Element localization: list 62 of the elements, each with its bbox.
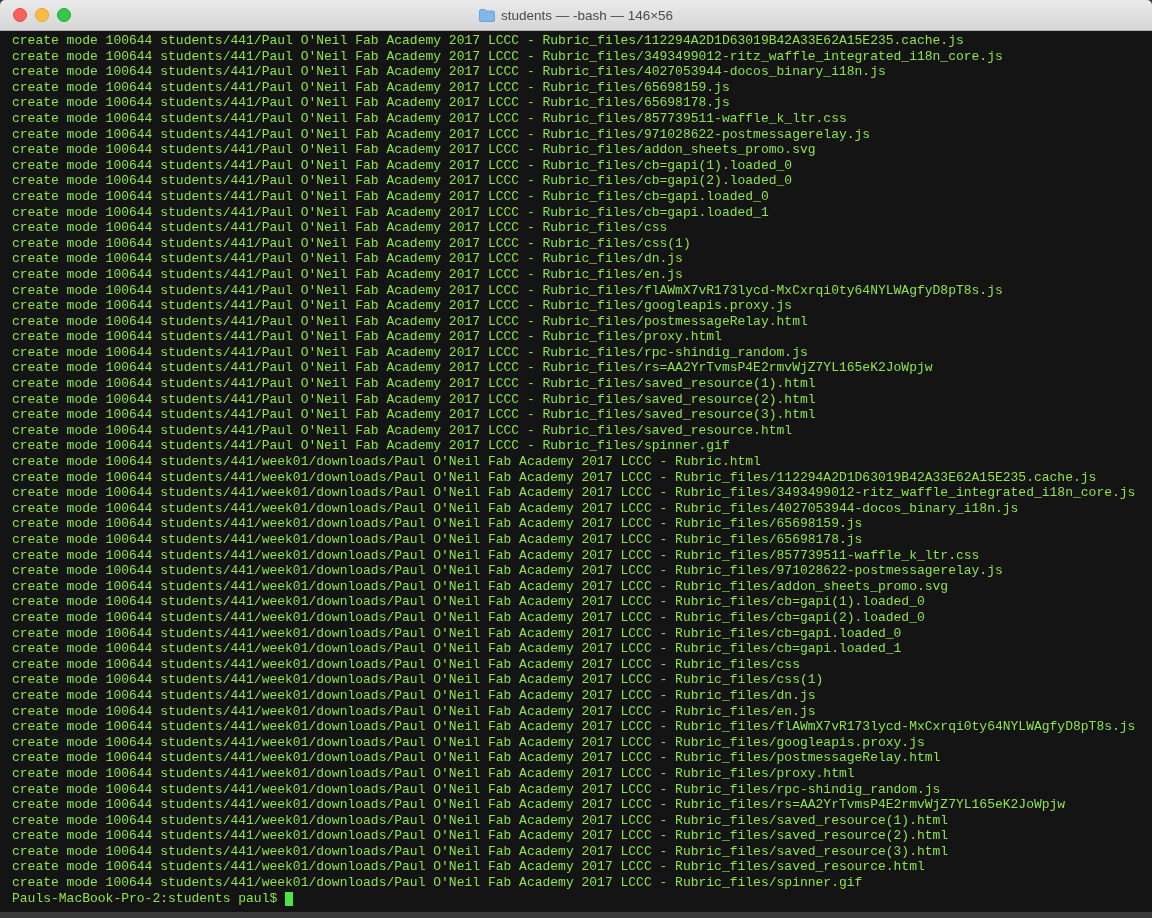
terminal-line: create mode 100644 students/441/Paul O'Neil Fab Academy 2017 LCCC - Rubric_files/css(1)	[12, 235, 691, 251]
terminal-line: create mode 100644 students/441/Paul O'Neil Fab Academy 2017 LCCC - Rubric_files/cb=gapi(1).loaded_0	[12, 157, 793, 173]
folder-icon	[478, 8, 495, 22]
terminal-line: create mode 100644 students/441/Paul O'Neil Fab Academy 2017 LCCC - Rubric_files/65698159.js	[12, 79, 730, 95]
terminal-line: create mode 100644 students/441/week01/downloads/Paul O'Neil Fab Academy 2017 LCCC - Rubric_files/65698159.js	[12, 516, 863, 532]
terminal-line: create mode 100644 students/441/week01/downloads/Paul O'Neil Fab Academy 2017 LCCC - Rubric_files/112294A2D1D63019B42A33E62A15E235.cache.js	[12, 469, 1097, 485]
terminal-line: create mode 100644 students/441/week01/downloads/Paul O'Neil Fab Academy 2017 LCCC - Rubric.html	[12, 454, 761, 470]
terminal-line: create mode 100644 students/441/week01/downloads/Paul O'Neil Fab Academy 2017 LCCC - Rubric_files/cb=gapi.loaded_1	[12, 641, 902, 657]
terminal-line: create mode 100644 students/441/week01/downloads/Paul O'Neil Fab Academy 2017 LCCC - Rubric_files/857739511-waffle_k_ltr.css	[12, 547, 980, 563]
terminal-line: create mode 100644 students/441/Paul O'Neil Fab Academy 2017 LCCC - Rubric_files/rs=AA2YrTvmsP4E2rmvWjZ7YL165eK2JoWpjw	[12, 360, 933, 376]
terminal-line: create mode 100644 students/441/Paul O'Neil Fab Academy 2017 LCCC - Rubric_files/971028622-postmessagerelay.js	[12, 126, 871, 142]
terminal-line: create mode 100644 students/441/week01/downloads/Paul O'Neil Fab Academy 2017 LCCC - Rubric_files/en.js	[12, 703, 816, 719]
terminal-line: create mode 100644 students/441/Paul O'Neil Fab Academy 2017 LCCC - Rubric_files/3493499012-ritz_waffle_integrated_i18n_core.js	[12, 48, 1003, 64]
close-button[interactable]	[13, 8, 27, 22]
terminal-line: create mode 100644 students/441/Paul O'Neil Fab Academy 2017 LCCC - Rubric_files/dn.js	[12, 251, 683, 267]
terminal-line: create mode 100644 students/441/week01/downloads/Paul O'Neil Fab Academy 2017 LCCC - Rubric_files/saved_resource(1).html	[12, 812, 949, 828]
terminal-line: create mode 100644 students/441/week01/downloads/Paul O'Neil Fab Academy 2017 LCCC - Rubric_files/saved_resource(3).html	[12, 843, 949, 859]
terminal-line: create mode 100644 students/441/week01/downloads/Paul O'Neil Fab Academy 2017 LCCC - Rubric_files/spinner.gif	[12, 875, 863, 891]
terminal-line: create mode 100644 students/441/Paul O'Neil Fab Academy 2017 LCCC - Rubric_files/css	[12, 220, 668, 236]
terminal-line: create mode 100644 students/441/Paul O'Neil Fab Academy 2017 LCCC - Rubric_files/postmessageRelay.html	[12, 313, 808, 329]
terminal-line: create mode 100644 students/441/week01/downloads/Paul O'Neil Fab Academy 2017 LCCC - Rubric_files/flAWmX7vR173lycd-MxCxrqi0ty64NYLWAgfyD8pT8s.js	[12, 719, 1136, 735]
terminal-line: create mode 100644 students/441/week01/downloads/Paul O'Neil Fab Academy 2017 LCCC - Rubric_files/65698178.js	[12, 532, 863, 547]
terminal-line: create mode 100644 students/441/week01/downloads/Paul O'Neil Fab Academy 2017 LCCC - Rubric_files/dn.js	[12, 687, 816, 703]
terminal-line: create mode 100644 students/441/week01/downloads/Paul O'Neil Fab Academy 2017 LCCC - Rubric_files/saved_resource(2).html	[12, 828, 949, 844]
terminal-line: create mode 100644 students/441/Paul O'Neil Fab Academy 2017 LCCC - Rubric_files/cb=gapi.loaded_0	[12, 188, 769, 204]
terminal-line: create mode 100644 students/441/Paul O'Neil Fab Academy 2017 LCCC - Rubric_files/googleapis.proxy.js	[12, 298, 793, 314]
terminal-line: create mode 100644 students/441/week01/downloads/Paul O'Neil Fab Academy 2017 LCCC - Rubric_files/proxy.html	[12, 765, 855, 781]
terminal-line: create mode 100644 students/441/week01/downloads/Paul O'Neil Fab Academy 2017 LCCC - Rubric_files/cb=gapi(2).loaded_0	[12, 609, 925, 625]
terminal-line: create mode 100644 students/441/Paul O'Neil Fab Academy 2017 LCCC - Rubric_files/4027053944-docos_binary_i18n.js	[12, 64, 886, 80]
terminal-line: create mode 100644 students/441/week01/downloads/Paul O'Neil Fab Academy 2017 LCCC - Rubric_files/3493499012-ritz_waffle_integrated_i18n_core.js	[12, 485, 1136, 501]
terminal-line: create mode 100644 students/441/Paul O'Neil Fab Academy 2017 LCCC - Rubric_files/cb=gapi.loaded_1	[12, 204, 769, 220]
terminal-line: create mode 100644 students/441/week01/downloads/Paul O'Neil Fab Academy 2017 LCCC - Rubric_files/4027053944-docos_binary_i18n.js	[12, 500, 1019, 516]
terminal-line: create mode 100644 students/441/week01/downloads/Paul O'Neil Fab Academy 2017 LCCC - Rubric_files/cb=gapi(1).loaded_0	[12, 594, 925, 610]
terminal-line: create mode 100644 students/441/Paul O'Neil Fab Academy 2017 LCCC - Rubric_files/en.js	[12, 266, 683, 282]
terminal-line: create mode 100644 students/441/Paul O'Neil Fab Academy 2017 LCCC - Rubric_files/857739511-waffle_k_ltr.css	[12, 110, 847, 126]
terminal-line: create mode 100644 students/441/week01/downloads/Paul O'Neil Fab Academy 2017 LCCC - Rubric_files/rs=AA2YrTvmsP4E2rmvWjZ7YL165eK2JoWpjw	[12, 797, 1066, 813]
terminal-line: create mode 100644 students/441/Paul O'Neil Fab Academy 2017 LCCC - Rubric_files/saved_resource(2).html	[12, 391, 816, 407]
zoom-button[interactable]	[57, 8, 71, 22]
terminal-line: create mode 100644 students/441/Paul O'Neil Fab Academy 2017 LCCC - Rubric_files/cb=gapi(2).loaded_0	[12, 173, 793, 189]
terminal-line: create mode 100644 students/441/Paul O'Neil Fab Academy 2017 LCCC - Rubric_files/saved_resource.html	[12, 422, 793, 438]
text-cursor	[285, 891, 294, 906]
terminal-line: create mode 100644 students/441/Paul O'Neil Fab Academy 2017 LCCC - Rubric_files/saved_resource(3).html	[12, 407, 816, 423]
terminal-line: create mode 100644 students/441/week01/downloads/Paul O'Neil Fab Academy 2017 LCCC - Rubric_files/css	[12, 656, 800, 672]
window-title: students — -bash — 146×56	[500, 7, 674, 23]
terminal-line: create mode 100644 students/441/Paul O'Neil Fab Academy 2017 LCCC - Rubric_files/addon_sheets_promo.svg	[12, 142, 816, 158]
terminal-line: create mode 100644 students/441/Paul O'Neil Fab Academy 2017 LCCC - Rubric_files/rpc-shindig_random.js	[12, 344, 808, 360]
terminal-line: create mode 100644 students/441/Paul O'Neil Fab Academy 2017 LCCC - Rubric_files/flAWmX7vR173lycd-MxCxrqi0ty64NYLWAgfyD8pT8s.js	[12, 282, 1003, 298]
terminal-line: create mode 100644 students/441/Paul O'Neil Fab Academy 2017 LCCC - Rubric_files/saved_resource(1).html	[12, 376, 816, 392]
shell-prompt: Pauls-MacBook-Pro-2:students paul$	[12, 890, 278, 906]
minimize-button[interactable]	[35, 8, 49, 22]
terminal-line: create mode 100644 students/441/week01/downloads/Paul O'Neil Fab Academy 2017 LCCC - Rubric_files/postmessageRelay.html	[12, 750, 941, 766]
terminal-line: create mode 100644 students/441/Paul O'Neil Fab Academy 2017 LCCC - Rubric_files/112294A2D1D63019B42A33E62A15E235.cache.js	[12, 33, 964, 48]
terminal-line: create mode 100644 students/441/week01/downloads/Paul O'Neil Fab Academy 2017 LCCC - Rubric_files/addon_sheets_promo.svg	[12, 578, 949, 594]
terminal-line: create mode 100644 students/441/Paul O'Neil Fab Academy 2017 LCCC - Rubric_files/spinner.gif	[12, 438, 730, 454]
terminal-line: create mode 100644 students/441/week01/downloads/Paul O'Neil Fab Academy 2017 LCCC - Rubric_files/cb=gapi.loaded_0	[12, 625, 902, 641]
terminal-line: create mode 100644 students/441/Paul O'Neil Fab Academy 2017 LCCC - Rubric_files/proxy.html	[12, 329, 722, 345]
terminal-line: create mode 100644 students/441/week01/downloads/Paul O'Neil Fab Academy 2017 LCCC - Rubric_files/saved_resource.html	[12, 859, 925, 875]
terminal-line: create mode 100644 students/441/week01/downloads/Paul O'Neil Fab Academy 2017 LCCC - Rubric_files/rpc-shindig_random.js	[12, 781, 941, 797]
terminal-line: create mode 100644 students/441/week01/downloads/Paul O'Neil Fab Academy 2017 LCCC - Rubric_files/971028622-postmessagerelay.js	[12, 563, 1003, 579]
terminal-line: create mode 100644 students/441/Paul O'Neil Fab Academy 2017 LCCC - Rubric_files/65698178.js	[12, 95, 730, 111]
terminal-line: create mode 100644 students/441/week01/downloads/Paul O'Neil Fab Academy 2017 LCCC - Rubric_files/googleapis.proxy.js	[12, 734, 925, 750]
terminal-line: create mode 100644 students/441/week01/downloads/Paul O'Neil Fab Academy 2017 LCCC - Rubric_files/css(1)	[12, 672, 824, 688]
